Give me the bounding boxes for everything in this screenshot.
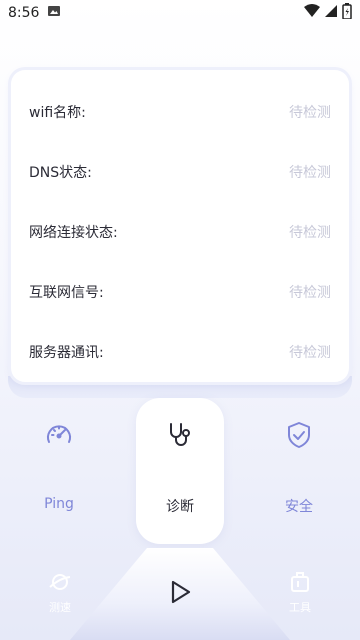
status-right — [304, 3, 352, 23]
tab-ping[interactable]: Ping — [15, 398, 103, 544]
row-label: 网络连接状态: — [29, 225, 118, 241]
row-server-communication: 服务器通讯: 待检测 — [29, 340, 331, 364]
nav-speed-test[interactable]: 测速 — [30, 570, 90, 618]
row-status: 待检测 — [289, 285, 331, 301]
shield-check-icon — [285, 418, 313, 452]
play-icon — [167, 579, 193, 609]
row-status: 待检测 — [289, 345, 331, 361]
tab-diagnose[interactable]: 诊断 — [136, 398, 224, 544]
status-bar: 8:56 — [0, 0, 360, 26]
wifi-icon — [304, 4, 320, 22]
image-icon — [47, 4, 61, 22]
row-label: 互联网信号: — [29, 285, 104, 301]
nav-tools[interactable]: 工具 — [270, 570, 330, 618]
nav-speed-test-label: 测速 — [49, 601, 71, 614]
row-label: wifi名称: — [29, 105, 86, 121]
row-connection-status: 网络连接状态: 待检测 — [29, 220, 331, 244]
row-status: 待检测 — [289, 105, 331, 121]
stethoscope-icon — [165, 418, 195, 452]
nav-tools-label: 工具 — [289, 601, 311, 614]
signal-icon — [324, 4, 338, 22]
battery-icon — [342, 3, 352, 23]
toolbox-icon — [289, 570, 311, 597]
row-label: 服务器通讯: — [29, 345, 104, 361]
planet-icon — [48, 570, 72, 597]
row-wifi-name: wifi名称: 待检测 — [29, 100, 331, 124]
row-status: 待检测 — [289, 225, 331, 241]
diagnostics-card: wifi名称: 待检测 DNS状态: 待检测 网络连接状态: 待检测 互联网信号… — [11, 70, 349, 382]
tab-security[interactable]: 安全 — [255, 398, 343, 544]
row-internet-signal: 互联网信号: 待检测 — [29, 280, 331, 304]
tab-ping-label: Ping — [44, 496, 74, 512]
status-left: 8:56 — [8, 4, 61, 22]
status-time: 8:56 — [8, 5, 40, 21]
row-dns-status: DNS状态: 待检测 — [29, 160, 331, 184]
row-label: DNS状态: — [29, 165, 92, 181]
tab-diagnose-label: 诊断 — [166, 499, 194, 515]
play-button[interactable] — [160, 574, 200, 614]
row-status: 待检测 — [289, 165, 331, 181]
tab-security-label: 安全 — [285, 499, 313, 515]
speedometer-icon — [44, 418, 74, 452]
